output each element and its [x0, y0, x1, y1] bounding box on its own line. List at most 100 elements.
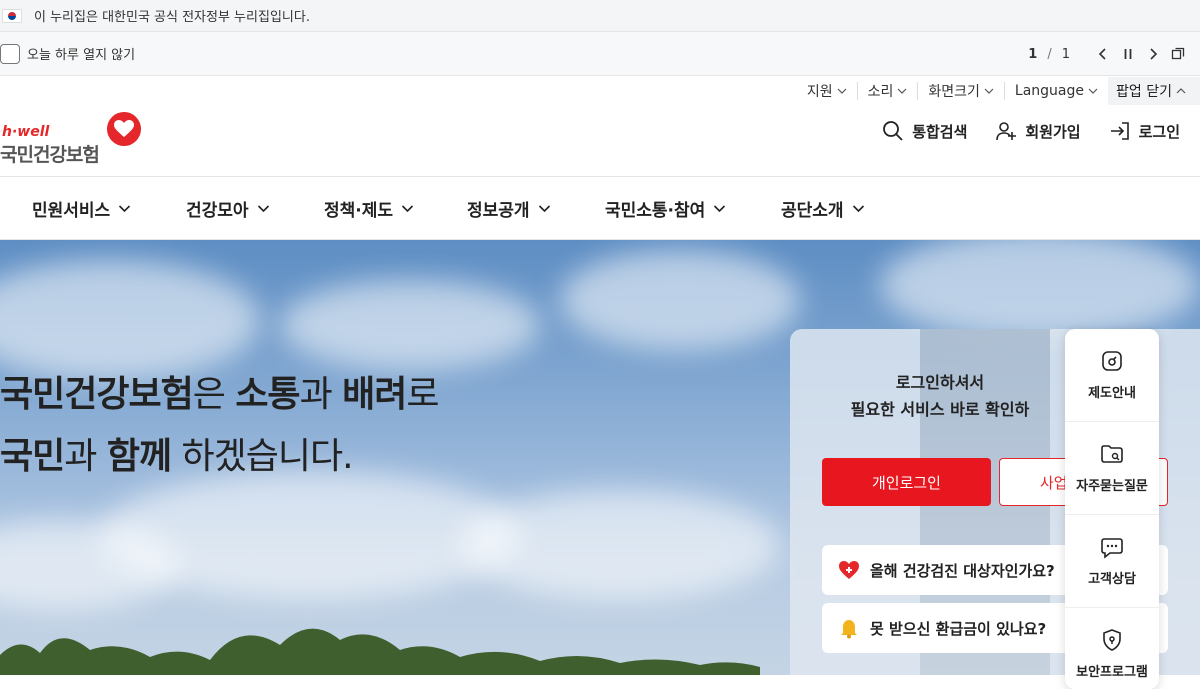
hero-emphasis: 국민	[0, 436, 65, 477]
chevron-up-icon	[1176, 88, 1186, 94]
login-panel-title-1: 로그인하셔서	[895, 373, 985, 392]
quick-item-label: 보안프로그램	[1076, 665, 1148, 680]
pager-total: 1	[1061, 46, 1070, 62]
cloud	[560, 250, 800, 350]
chevron-down-icon	[897, 88, 907, 94]
hero-banner: 국민건강보험은 소통과 배려로 국민과 함께 하겠습니다. 로그인하셔서 필요한…	[0, 240, 1200, 675]
pager-current: 1	[1028, 46, 1038, 62]
chevron-left-icon	[1098, 48, 1106, 60]
chevron-down-icon	[401, 204, 414, 212]
popup-pager: 1 / 1	[1028, 32, 1190, 76]
pause-icon	[1124, 49, 1132, 59]
integrated-search-button[interactable]: 통합검색	[882, 120, 967, 142]
bell-icon	[841, 620, 857, 639]
chat-icon	[1101, 538, 1123, 559]
logo-tagline: h·well	[2, 124, 50, 140]
search-icon	[883, 121, 903, 141]
chevron-right-icon	[1150, 48, 1158, 60]
gnb-item-civil-service[interactable]: 민원서비스	[32, 177, 131, 239]
hero-text: 과	[299, 374, 343, 415]
gnb-item-label: 건강모아	[186, 200, 249, 221]
korea-flag-icon	[2, 8, 22, 23]
hero-text: 은	[192, 374, 236, 415]
dont-show-today-label[interactable]: 오늘 하루 열지 않기	[27, 44, 135, 63]
gnb-item-policy[interactable]: 정책·제도	[324, 177, 414, 239]
dont-show-today-checkbox[interactable]	[0, 43, 20, 64]
hero-text: 하겠습니다.	[171, 436, 354, 477]
cloud	[880, 240, 1200, 340]
signup-button[interactable]: 회원가입	[995, 120, 1081, 142]
language-menu[interactable]: Language	[1003, 82, 1108, 100]
nhis-logo[interactable]: h·well 국민건강보험	[0, 110, 145, 166]
login-button[interactable]: 로그인	[1109, 120, 1180, 142]
gnb-item-label: 정책·제도	[324, 200, 394, 221]
gnb-item-participation[interactable]: 국민소통·참여	[605, 177, 726, 239]
quick-item-security-program[interactable]: 보안프로그램	[1065, 608, 1159, 689]
hero-text: 과	[64, 436, 107, 477]
cloud	[280, 280, 540, 370]
hero-text: 로	[406, 374, 439, 415]
quick-item-system-guide[interactable]: 제도안내	[1065, 329, 1159, 422]
gnb-item-health-moa[interactable]: 건강모아	[186, 177, 270, 239]
add-user-icon	[996, 122, 1017, 141]
sound-label: 소리	[867, 84, 894, 100]
chevron-down-icon	[852, 204, 864, 212]
personal-login-button[interactable]: 개인로그인	[822, 458, 991, 506]
quick-menu: 제도안내 자주묻는질문 고객상담 보안프로그램	[1065, 329, 1159, 689]
utility-menu: 지원 소리 화면크기 Language 팝업 닫기	[797, 77, 1200, 105]
gnb-item-label: 민원서비스	[32, 200, 111, 221]
chevron-down-icon	[984, 88, 994, 94]
support-menu[interactable]: 지원	[797, 82, 857, 100]
hero-line-1: 국민건강보험은 소통과 배려로	[0, 364, 440, 426]
header-actions: 통합검색 회원가입 로그인	[882, 120, 1180, 142]
hero-emphasis: 소통	[235, 374, 300, 415]
chevron-down-icon	[714, 204, 726, 212]
next-popup-button[interactable]	[1141, 42, 1165, 66]
login-panel-title-2: 필요한 서비스 바로 확인하	[850, 400, 1030, 419]
popup-close-button[interactable]: 팝업 닫기	[1108, 77, 1200, 105]
hero-emphasis: 배려	[342, 374, 407, 415]
quick-item-consultation[interactable]: 고객상담	[1065, 515, 1159, 608]
integrated-search-label: 통합검색	[912, 122, 968, 141]
popup-close-label: 팝업 닫기	[1116, 84, 1172, 100]
chevron-down-icon	[1088, 88, 1098, 94]
gnb-item-disclosure[interactable]: 정보공개	[467, 177, 551, 239]
prev-popup-button[interactable]	[1091, 42, 1115, 66]
quick-item-label: 고객상담	[1088, 572, 1136, 587]
view-all-popup-button[interactable]	[1166, 42, 1190, 66]
quick-item-label: 자주묻는질문	[1076, 479, 1148, 494]
chevron-down-icon	[257, 204, 269, 212]
health-checkup-label: 올해 건강검진 대상자인가요?	[870, 561, 1055, 580]
hero-emphasis: 함께	[106, 436, 172, 477]
refund-label: 못 받으신 환급금이 있나요?	[870, 619, 1047, 638]
heart-logo-icon	[107, 112, 141, 146]
quick-item-faq[interactable]: 자주묻는질문	[1065, 422, 1159, 515]
cloud	[0, 260, 260, 380]
gnb-item-label: 국민소통·참여	[605, 200, 706, 221]
pause-popup-button[interactable]	[1116, 42, 1140, 66]
gnb-item-label: 정보공개	[467, 200, 530, 221]
support-label: 지원	[806, 84, 833, 100]
gov-banner-text: 이 누리집은 대한민국 공식 전자정부 누리집입니다.	[34, 10, 310, 25]
gnb-item-label: 공단소개	[781, 200, 844, 221]
gov-banner: 이 누리집은 대한민국 공식 전자정부 누리집입니다.	[0, 0, 1200, 32]
login-icon	[1110, 122, 1129, 140]
popup-control-bar: 오늘 하루 열지 않기 1 / 1	[0, 32, 1200, 76]
language-label: Language	[1014, 83, 1085, 99]
shield-icon	[1103, 629, 1121, 651]
heart-plus-icon	[839, 561, 859, 579]
login-label: 로그인	[1138, 122, 1180, 141]
hero-line-2: 국민과 함께 하겠습니다.	[0, 426, 439, 488]
screen-size-menu[interactable]: 화면크기	[917, 82, 1004, 100]
hero-headline: 국민건강보험은 소통과 배려로 국민과 함께 하겠습니다.	[0, 364, 440, 488]
gnb-item-about[interactable]: 공단소개	[781, 177, 865, 239]
trees-illustration	[0, 628, 760, 675]
folder-search-icon	[1101, 445, 1123, 463]
logo-name: 국민건강보험	[0, 144, 100, 166]
screen-size-label: 화면크기	[928, 84, 980, 100]
copy-icon	[1171, 47, 1185, 60]
document-icon	[1102, 351, 1122, 371]
hero-emphasis: 국민건강보험	[0, 374, 194, 415]
sound-menu[interactable]: 소리	[856, 82, 918, 100]
chevron-down-icon	[837, 88, 847, 94]
